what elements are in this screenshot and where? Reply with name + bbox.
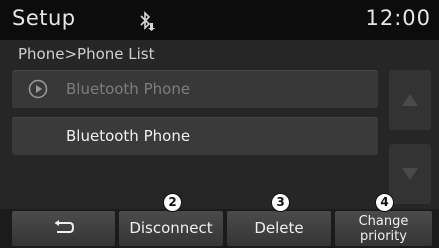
clock: 12:00 — [365, 6, 431, 30]
change-priority-line1: Change — [358, 214, 409, 229]
play-circle-icon — [28, 79, 48, 99]
disconnect-label: Disconnect — [129, 219, 213, 237]
setup-screen: Setup 12:00 Phone>Phone List Bluetooth P… — [0, 0, 439, 248]
change-priority-button[interactable]: Change priority — [335, 211, 432, 246]
list-item-label: Bluetooth Phone — [66, 80, 191, 98]
disconnect-button[interactable]: Disconnect — [119, 211, 223, 246]
change-priority-line2: priority — [360, 229, 407, 244]
breadcrumb: Phone>Phone List — [18, 45, 155, 63]
triangle-up-icon — [402, 94, 418, 106]
callout-3: 3 — [271, 193, 290, 212]
bluetooth-icon — [138, 10, 156, 32]
back-button[interactable] — [12, 211, 115, 246]
header-bar: Setup 12:00 — [0, 0, 439, 40]
callout-4: 4 — [375, 193, 394, 212]
list-item[interactable]: Bluetooth Phone — [12, 117, 378, 155]
scroll-down-button[interactable] — [389, 144, 431, 204]
page-title: Setup — [12, 6, 76, 30]
list-item[interactable]: Bluetooth Phone — [12, 70, 378, 108]
delete-label: Delete — [254, 219, 304, 237]
change-priority-label: Change priority — [335, 211, 432, 244]
back-arrow-icon — [53, 220, 75, 240]
callout-2: 2 — [163, 193, 182, 212]
scroll-up-button[interactable] — [389, 70, 431, 130]
triangle-down-icon — [402, 168, 418, 180]
list-item-label: Bluetooth Phone — [66, 127, 191, 145]
delete-button[interactable]: Delete — [227, 211, 331, 246]
